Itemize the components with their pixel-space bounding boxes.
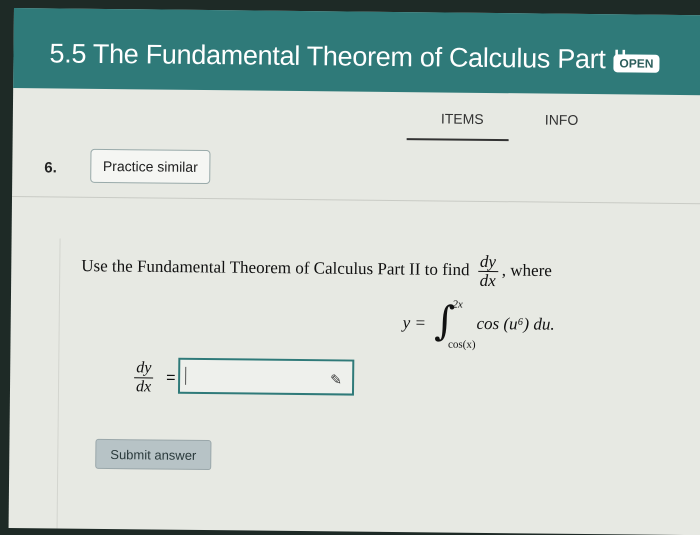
lower-limit: cos(x) (447, 338, 476, 351)
tab-bar: ITEMS INFO (405, 106, 655, 149)
equation-lhs: y = (402, 312, 427, 333)
pencil-icon[interactable]: ✎ (330, 371, 342, 388)
tab-items[interactable]: ITEMS (441, 110, 484, 126)
left-margin (8, 237, 61, 529)
practice-similar-button[interactable]: Practice similar (90, 148, 211, 185)
app-screen: 5.5 The Fundamental Theorem of Calculus … (8, 8, 700, 535)
answer-numerator: dy (134, 359, 154, 379)
answer-input[interactable]: ✎ (177, 357, 355, 396)
divider (12, 195, 700, 205)
answer-fraction: dy dx (134, 359, 154, 396)
submit-answer-button[interactable]: Submit answer (95, 438, 212, 471)
upper-limit: 2x (452, 298, 463, 311)
answer-label: dy dx (130, 359, 157, 396)
derivative-fraction: dy dx (477, 252, 499, 291)
answer-equals: = (166, 369, 176, 387)
integrand: cos (u⁶) du. (476, 313, 555, 334)
photo-frame: 5.5 The Fundamental Theorem of Calculus … (0, 0, 700, 535)
text-caret (185, 366, 187, 385)
page-title: 5.5 The Fundamental Theorem of Calculus … (49, 38, 628, 75)
question-prompt: Use the Fundamental Theorem of Calculus … (81, 249, 552, 291)
prompt-suffix: , where (501, 260, 552, 281)
status-badge: OPEN (613, 54, 660, 73)
tab-info[interactable]: INFO (545, 112, 579, 128)
prompt-text: Use the Fundamental Theorem of Calculus … (81, 256, 470, 280)
active-tab-indicator (406, 138, 509, 142)
answer-denominator: dx (135, 378, 152, 396)
integral-sign: ∫ 2x cos(x) (430, 298, 476, 350)
frac-denominator: dx (479, 270, 496, 291)
integral-equation: y = ∫ 2x cos(x) cos (u⁶) du. (402, 298, 555, 350)
frac-numerator: dy (477, 252, 499, 273)
page-header: 5.5 The Fundamental Theorem of Calculus … (13, 8, 700, 96)
question-number: 6. (44, 159, 57, 177)
